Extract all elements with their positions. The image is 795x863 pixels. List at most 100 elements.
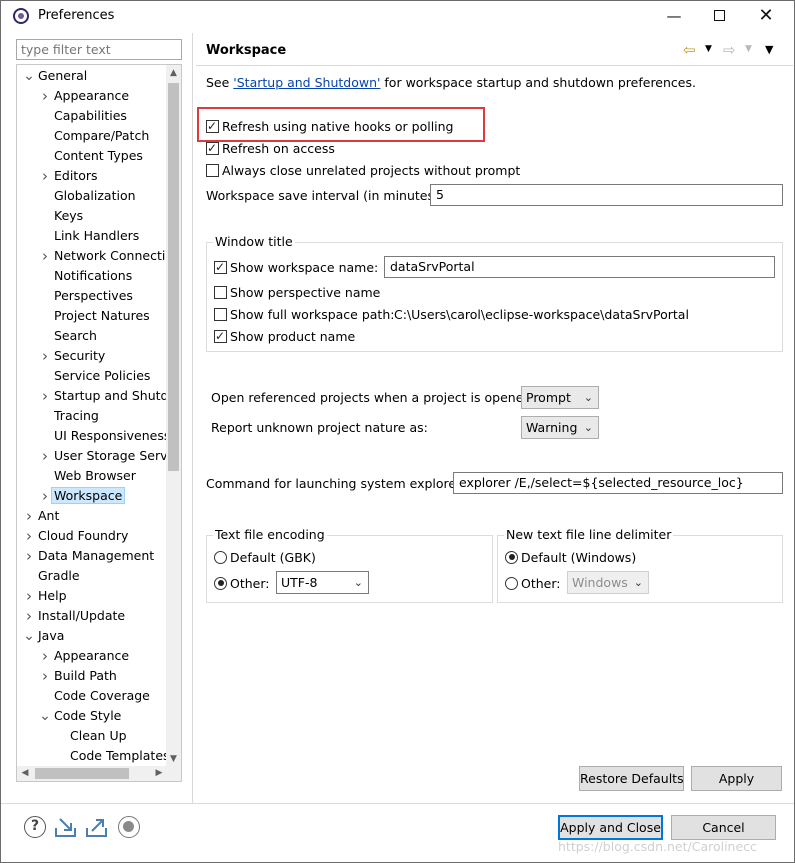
tree-item[interactable]: › Ant: [26, 506, 59, 526]
tree-item[interactable]: Project Natures: [54, 306, 150, 326]
help-icon[interactable]: ?: [24, 816, 46, 838]
view-menu-icon[interactable]: ▼: [765, 43, 773, 56]
tree-item[interactable]: › Security: [42, 346, 105, 366]
tree-horizontal-scrollbar[interactable]: ◀ ▶: [17, 766, 167, 781]
tree-item[interactable]: Tracing: [54, 406, 99, 426]
encoding-select[interactable]: UTF-8 ⌄: [276, 571, 369, 594]
forward-arrow-icon[interactable]: ⇨: [723, 41, 736, 59]
chevron-right-icon[interactable]: ›: [23, 546, 35, 566]
delimiter-select[interactable]: Windows ⌄: [567, 571, 649, 594]
chevron-right-icon[interactable]: ›: [39, 386, 51, 406]
tree-item[interactable]: Code Templates: [70, 746, 167, 766]
tree-item[interactable]: Keys: [54, 206, 83, 226]
panel-sash[interactable]: [192, 33, 193, 803]
tree-item[interactable]: › Workspace: [42, 486, 126, 506]
chevron-down-icon[interactable]: ⌄: [23, 626, 35, 646]
tree-item[interactable]: › User Storage Servic: [42, 446, 167, 466]
import-icon[interactable]: [54, 816, 76, 838]
filter-input[interactable]: [16, 39, 182, 60]
delimiter-other-radio[interactable]: Other:: [505, 575, 560, 593]
tree-item[interactable]: Search: [54, 326, 97, 346]
scroll-thumb-horizontal[interactable]: [35, 768, 129, 779]
record-icon[interactable]: [118, 816, 140, 838]
restore-defaults-button[interactable]: Restore Defaults: [579, 766, 684, 791]
scroll-right-icon[interactable]: ▶: [151, 766, 167, 781]
tree-item[interactable]: › Appearance: [42, 86, 129, 106]
chevron-down-icon[interactable]: ⌄: [39, 706, 51, 726]
chevron-right-icon[interactable]: ›: [39, 446, 51, 466]
report-nature-select[interactable]: Warning ⌄: [521, 416, 599, 439]
chevron-down-icon[interactable]: ⌄: [23, 66, 35, 86]
close-button[interactable]: ✕: [743, 1, 789, 31]
encoding-other-radio[interactable]: Other:: [214, 575, 269, 593]
tree-item[interactable]: Gradle: [38, 566, 80, 586]
tree-item[interactable]: Capabilities: [54, 106, 127, 126]
startup-shutdown-link[interactable]: 'Startup and Shutdown': [233, 75, 380, 90]
chevron-right-icon[interactable]: ›: [39, 346, 51, 366]
show-workspace-name-checkbox[interactable]: Show workspace name:: [214, 258, 378, 277]
tree-item[interactable]: › Editors: [42, 166, 98, 186]
tree-item[interactable]: Content Types: [54, 146, 143, 166]
apply-and-close-button[interactable]: Apply and Close: [558, 815, 663, 840]
delimiter-default-radio[interactable]: Default (Windows): [505, 549, 636, 567]
chevron-right-icon[interactable]: ›: [23, 526, 35, 546]
chevron-right-icon[interactable]: ›: [39, 86, 51, 106]
tree-item[interactable]: › Build Path: [42, 666, 117, 686]
tree-item[interactable]: › Data Management: [26, 546, 154, 566]
scroll-up-icon[interactable]: ▲: [166, 65, 181, 81]
back-arrow-icon[interactable]: ⇦: [683, 41, 696, 59]
apply-button[interactable]: Apply: [691, 766, 782, 791]
tree-item[interactable]: Compare/Patch: [54, 126, 149, 146]
tree-item[interactable]: ⌄ Code Style: [39, 706, 121, 726]
refresh-access-checkbox[interactable]: Refresh on access: [206, 139, 335, 158]
tree-item[interactable]: Notifications: [54, 266, 132, 286]
chevron-right-icon[interactable]: ›: [39, 646, 51, 666]
tree-item[interactable]: Service Policies: [54, 366, 150, 386]
command-input[interactable]: explorer /E,/select=${selected_resource_…: [453, 472, 783, 494]
workspace-name-input[interactable]: dataSrvPortal: [384, 256, 775, 278]
full-path-value: C:\Users\carol\eclipse-workspace\dataSrv…: [394, 307, 689, 322]
chevron-right-icon[interactable]: ›: [39, 486, 51, 506]
refresh-native-checkbox[interactable]: Refresh using native hooks or polling: [206, 117, 454, 136]
encoding-default-radio[interactable]: Default (GBK): [214, 549, 316, 567]
cancel-button[interactable]: Cancel: [671, 815, 776, 840]
tree-item[interactable]: Globalization: [54, 186, 136, 206]
chevron-right-icon[interactable]: ›: [23, 606, 35, 626]
chevron-right-icon[interactable]: ›: [23, 586, 35, 606]
show-product-name-checkbox[interactable]: Show product name: [214, 327, 355, 346]
tree-item[interactable]: › Appearance: [42, 646, 129, 666]
export-icon[interactable]: [85, 816, 107, 838]
tree-item[interactable]: UI Responsiveness: [54, 426, 167, 446]
tree-item[interactable]: Clean Up: [70, 726, 127, 746]
scroll-thumb[interactable]: [168, 83, 179, 471]
tree-item[interactable]: Link Handlers: [54, 226, 139, 246]
tree-item[interactable]: › Cloud Foundry: [26, 526, 128, 546]
preference-tree[interactable]: ⌄ General › Appearance Capabilities Compare/P…: [16, 64, 182, 782]
always-close-checkbox[interactable]: Always close unrelated projects without …: [206, 162, 520, 180]
chevron-right-icon[interactable]: ›: [39, 246, 51, 266]
tree-item[interactable]: › Help: [26, 586, 67, 606]
tree-item[interactable]: Web Browser: [54, 466, 136, 486]
tree-item[interactable]: › Network Connectio: [42, 246, 167, 266]
tree-item-label: Install/Update: [38, 608, 126, 623]
tree-item[interactable]: › Install/Update: [26, 606, 126, 626]
tree-item[interactable]: ⌄ Java: [23, 626, 64, 646]
open-referenced-select[interactable]: Prompt ⌄: [521, 386, 599, 409]
save-interval-input[interactable]: 5: [430, 184, 783, 206]
minimize-button[interactable]: —: [651, 1, 697, 31]
show-perspective-name-checkbox[interactable]: Show perspective name: [214, 284, 380, 302]
show-full-path-checkbox[interactable]: Show full workspace path:: [214, 306, 394, 324]
chevron-right-icon[interactable]: ›: [23, 506, 35, 526]
chevron-right-icon[interactable]: ›: [39, 166, 51, 186]
scroll-left-icon[interactable]: ◀: [17, 766, 33, 781]
back-menu-icon[interactable]: ▼: [705, 44, 712, 54]
tree-item[interactable]: Code Coverage: [54, 686, 150, 706]
chevron-right-icon[interactable]: ›: [39, 666, 51, 686]
tree-item[interactable]: Perspectives: [54, 286, 133, 306]
forward-menu-icon[interactable]: ▼: [745, 44, 752, 54]
tree-vertical-scrollbar[interactable]: ▲ ▼: [166, 65, 181, 767]
maximize-button[interactable]: [696, 1, 742, 31]
tree-item[interactable]: › Startup and Shutdo: [42, 386, 167, 406]
scroll-down-icon[interactable]: ▼: [166, 751, 181, 767]
tree-item[interactable]: ⌄ General: [23, 66, 87, 86]
